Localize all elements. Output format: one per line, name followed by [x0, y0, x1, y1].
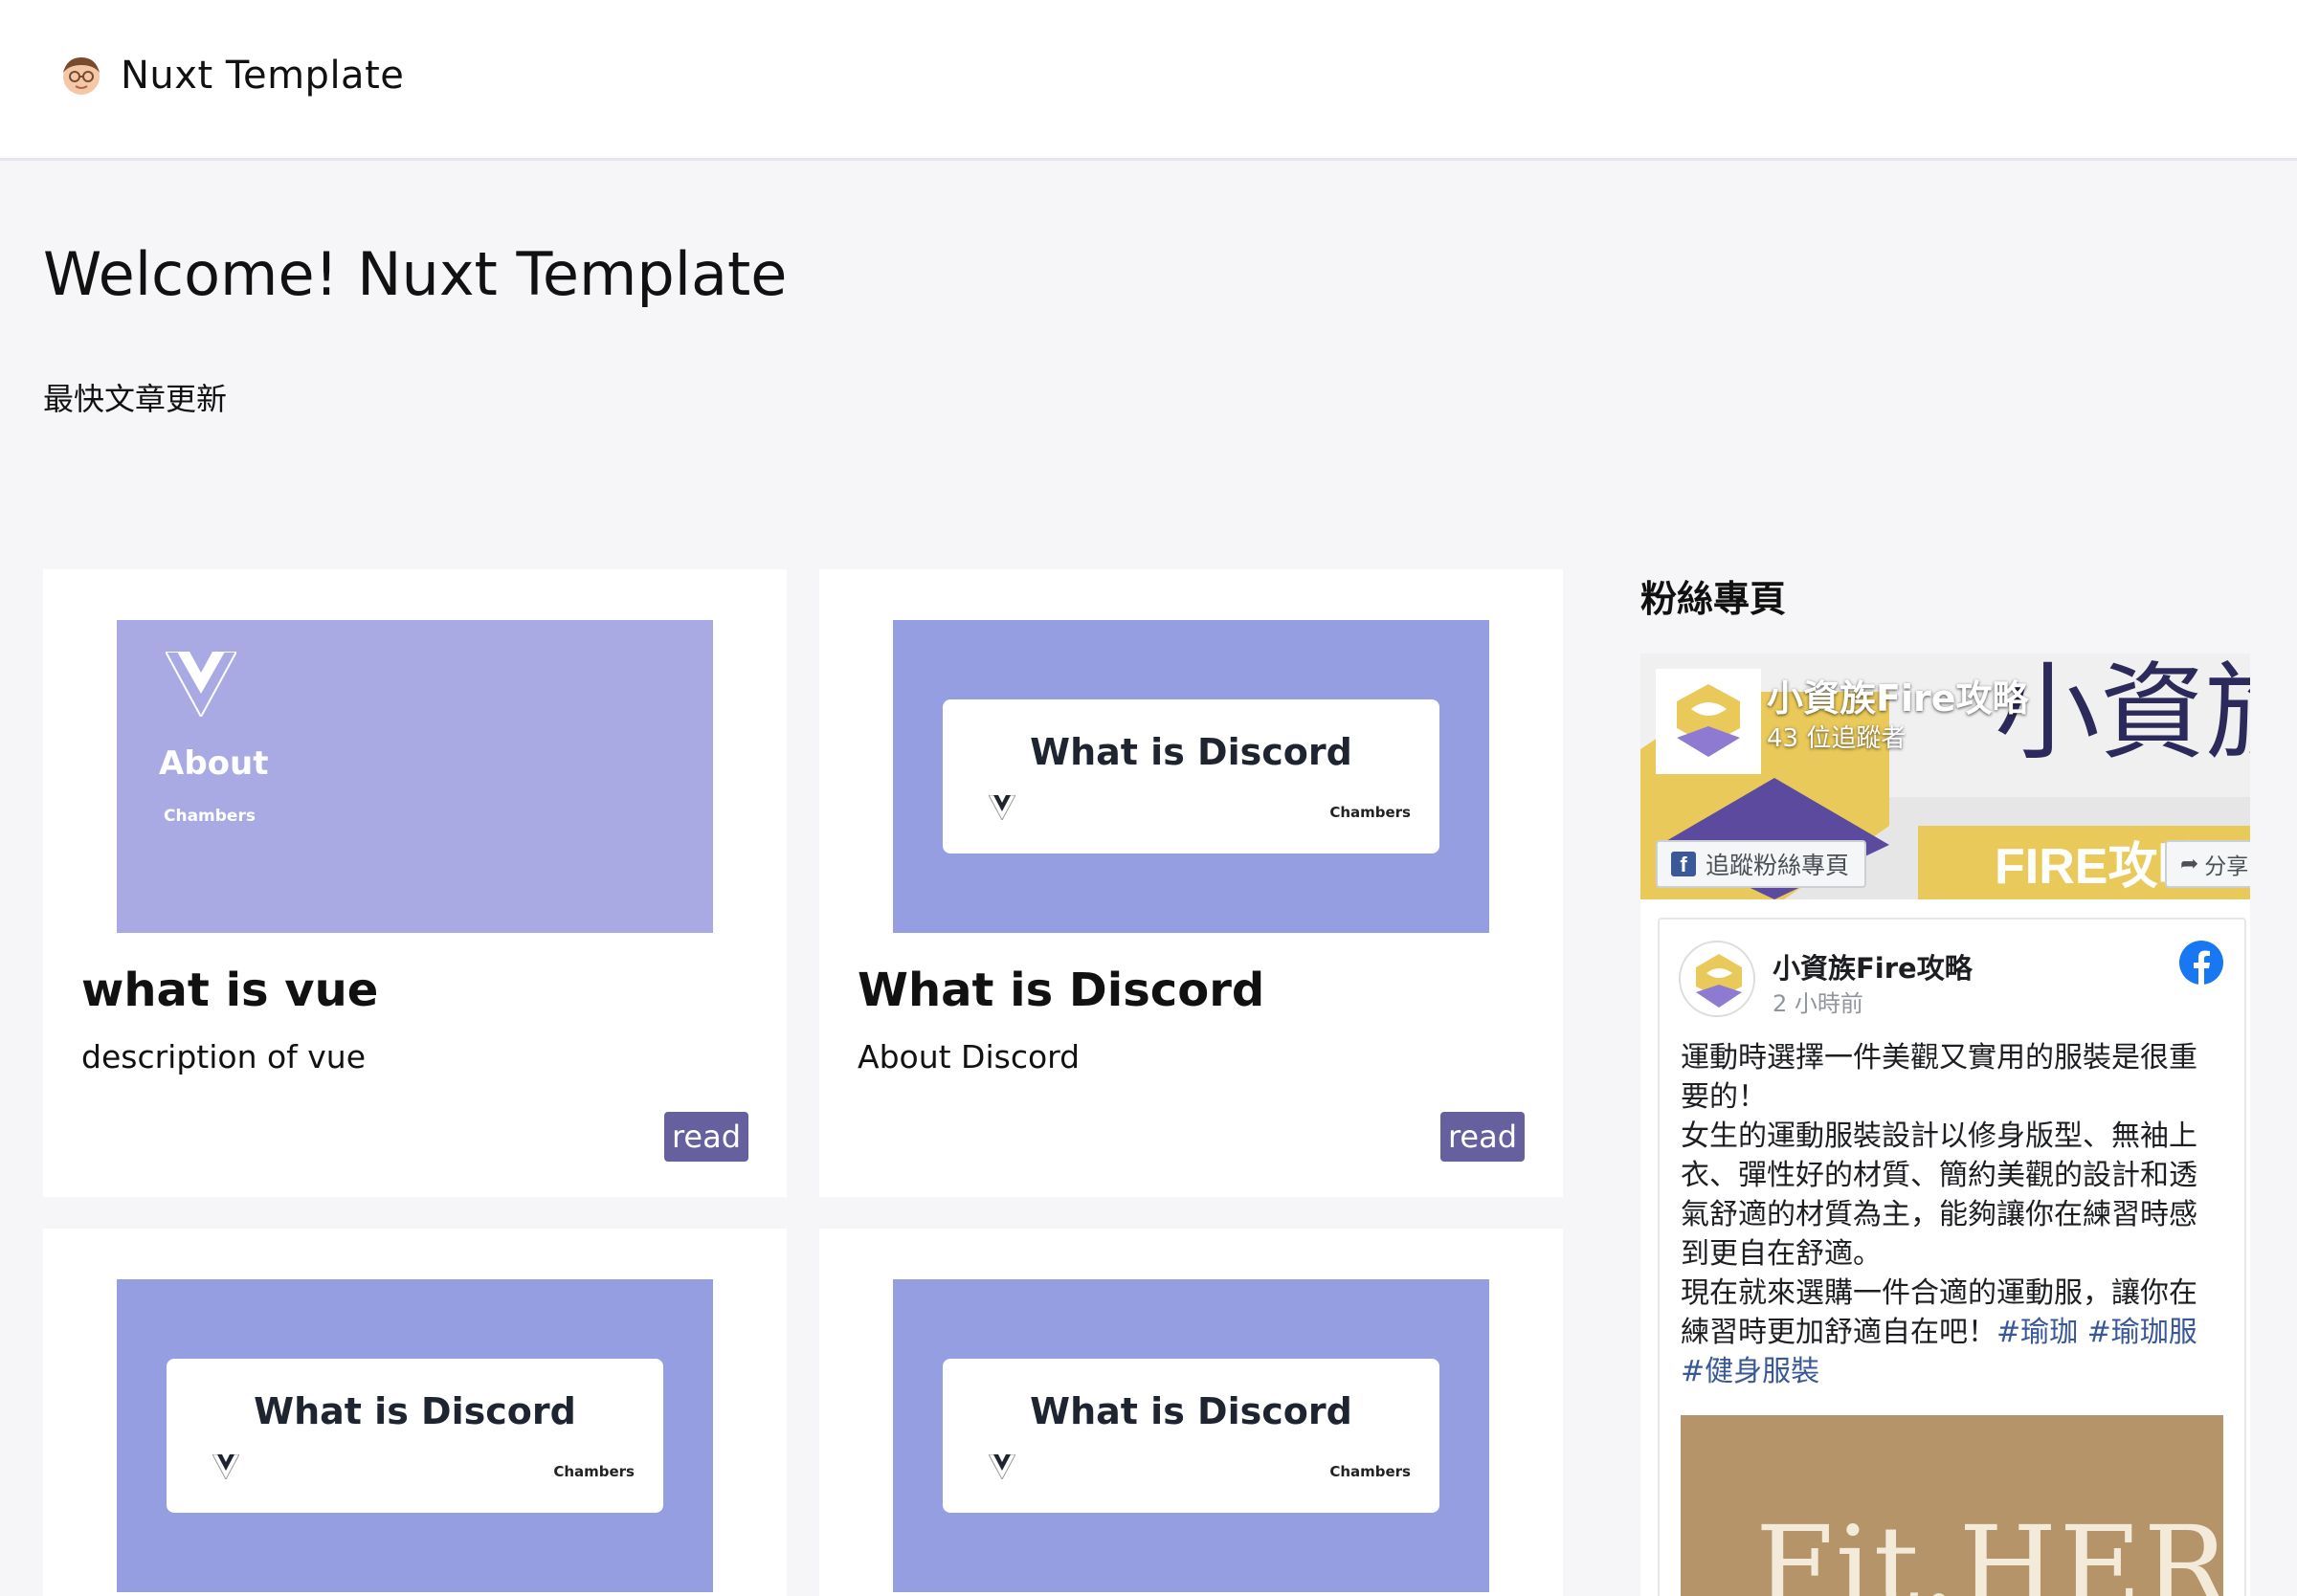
follower-count: 43 位追蹤者: [1767, 724, 1907, 753]
post-avatar[interactable]: [1679, 941, 1755, 1017]
brand-name: Nuxt Template: [121, 54, 405, 98]
thumbnail-brand: Chambers: [553, 1463, 635, 1480]
article-card[interactable]: What is Discord Chambers: [819, 1229, 1563, 1596]
brand-link[interactable]: Nuxt Template: [59, 54, 404, 98]
post-timestamp[interactable]: 2 小時前: [1773, 985, 1863, 1018]
article-description: description of vue: [81, 1038, 367, 1075]
page-logo[interactable]: [1656, 669, 1761, 774]
read-button[interactable]: read: [663, 1112, 748, 1162]
post-author[interactable]: 小資族Fire攻略: [1773, 946, 1973, 986]
thumbnail-headline: What is Discord: [254, 1390, 576, 1432]
top-navbar: Nuxt Template: [0, 0, 2297, 161]
facebook-icon: f: [1671, 852, 1696, 876]
fan-page-heading: 粉絲專頁: [1640, 578, 1787, 620]
post-body: 運動時選擇一件美觀又實用的服裝是很重要的！ 女生的運動服裝設計以修身版型、無袖上…: [1681, 1038, 2212, 1391]
article-thumbnail: What is Discord Chambers: [117, 1279, 713, 1592]
read-button[interactable]: read: [1439, 1112, 1525, 1162]
thumbnail-headline: What is Discord: [1030, 731, 1352, 773]
page-title: Welcome! Nuxt Template: [43, 239, 788, 309]
post-image[interactable]: Fit.HER: [1681, 1415, 2223, 1596]
avatar-icon: [63, 57, 100, 95]
article-thumbnail: What is Discord Chambers: [893, 1279, 1489, 1592]
facebook-logo-icon[interactable]: [2179, 941, 2223, 985]
facebook-cover[interactable]: 小資族 FIRE攻略 小資族Fire攻略 43 位追蹤者 f 追蹤粉絲專頁 ➦ …: [1640, 654, 2250, 899]
share-button[interactable]: ➦ 分享: [2165, 840, 2250, 888]
article-card[interactable]: What is Discord Chambers: [43, 1229, 787, 1596]
article-card[interactable]: About Chambers what is vue description o…: [43, 569, 787, 1197]
thumbnail-headline: About: [159, 744, 269, 783]
article-thumbnail: What is Discord Chambers: [893, 620, 1489, 933]
article-card[interactable]: What is Discord Chambers What is Discord…: [819, 569, 1563, 1197]
post-text: 運動時選擇一件美觀又實用的服裝是很重要的！ 女生的運動服裝設計以修身版型、無袖上…: [1681, 1041, 2197, 1349]
follow-page-button[interactable]: f 追蹤粉絲專頁: [1656, 840, 1867, 888]
facebook-post: 小資族Fire攻略 2 小時前 運動時選擇一件美觀又實用的服裝是很重要的！ 女生…: [1658, 918, 2246, 1596]
article-title[interactable]: What is Discord: [858, 964, 1264, 1017]
share-label: 分享: [2204, 854, 2249, 879]
share-icon: ➦: [2180, 852, 2199, 876]
cover-calligraphy: 小資族: [1995, 654, 2250, 774]
facebook-page-widget: 小資族 FIRE攻略 小資族Fire攻略 43 位追蹤者 f 追蹤粉絲專頁 ➦ …: [1640, 654, 2250, 1596]
thumbnail-inner-card: What is Discord Chambers: [943, 699, 1439, 853]
thumbnail-inner-card: What is Discord Chambers: [943, 1359, 1439, 1513]
page-logo-icon: [1677, 684, 1740, 757]
thumbnail-inner-card: What is Discord Chambers: [167, 1359, 663, 1513]
vue-logo-icon: [989, 795, 1015, 820]
page-name[interactable]: 小資族Fire攻略: [1767, 669, 2029, 721]
vue-logo-icon: [166, 652, 236, 717]
article-thumbnail: About Chambers: [117, 620, 713, 933]
page-logo-icon: [1696, 954, 1742, 1008]
article-title[interactable]: what is vue: [81, 964, 378, 1017]
thumbnail-brand: Chambers: [1329, 804, 1411, 821]
thumbnail-headline: What is Discord: [1030, 1390, 1352, 1432]
vue-logo-icon: [989, 1454, 1015, 1479]
vue-logo-icon: [212, 1454, 239, 1479]
thumbnail-brand: Chambers: [164, 807, 256, 826]
article-description: About Discord: [858, 1038, 1081, 1075]
follow-label: 追蹤粉絲專頁: [1706, 852, 1850, 879]
post-image-text: Fit.HER: [1755, 1501, 2223, 1596]
section-label: 最快文章更新: [43, 381, 228, 417]
thumbnail-brand: Chambers: [1329, 1463, 1411, 1480]
